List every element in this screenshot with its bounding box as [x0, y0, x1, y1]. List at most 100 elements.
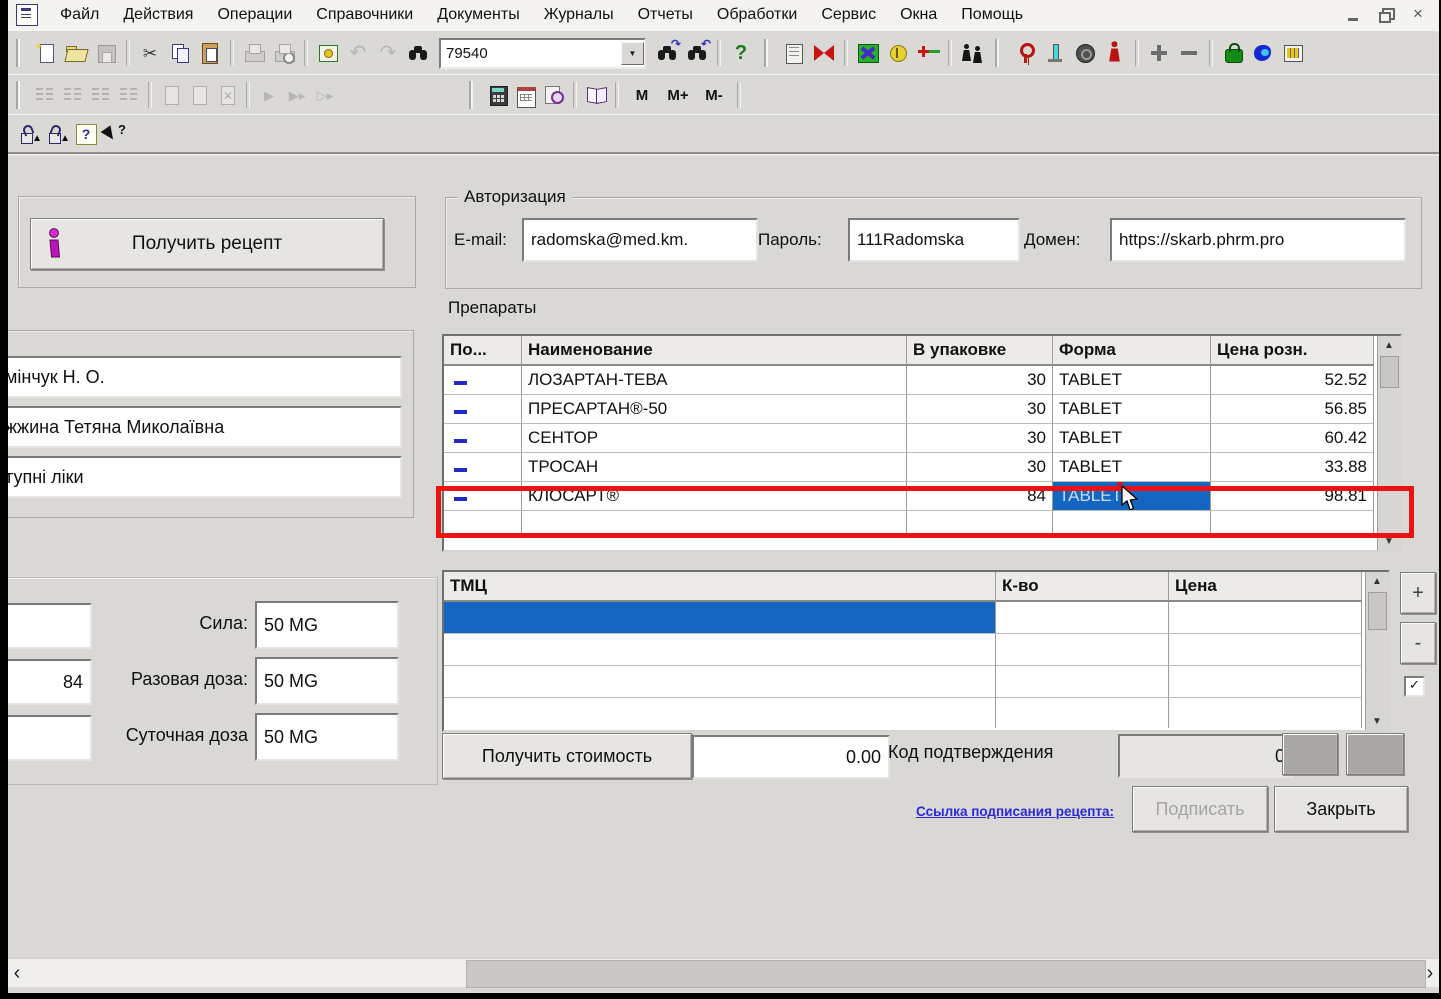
search-combobox[interactable]: 79540 ▼ [439, 37, 646, 69]
context-help-button[interactable]: ? [100, 121, 128, 147]
drug-row[interactable]: ЛОЗАРТАН-ТЕВА 30 TABLET 52.52 [444, 366, 1400, 395]
horizontal-scroll-thumb[interactable] [466, 960, 1426, 988]
drugs-col-pack[interactable]: В упаковке [907, 336, 1053, 366]
row-status-cell[interactable] [444, 453, 522, 482]
dose-extra-field-1[interactable] [8, 603, 92, 649]
menu-help[interactable]: Помощь [949, 3, 1035, 27]
copy-button[interactable] [165, 38, 195, 68]
quantity-field[interactable]: 84 [8, 659, 92, 705]
open-button[interactable] [61, 38, 91, 68]
get-cost-button[interactable]: Получить стоимость [442, 733, 692, 779]
drug-price-cell[interactable]: 60.42 [1211, 424, 1374, 453]
tmc-qty-cell[interactable] [996, 602, 1169, 634]
toolbar-grip[interactable] [997, 39, 1003, 67]
run-button-2[interactable]: ▶▸ [283, 82, 311, 108]
minimize-button[interactable] [1345, 7, 1363, 23]
drug-row[interactable]: ПРЕСАРТАН®-50 30 TABLET 56.85 [444, 395, 1400, 424]
tmc-col-qty[interactable]: К-во [996, 572, 1169, 602]
scroll-up-arrow[interactable]: ▲ [1366, 572, 1388, 590]
menu-processing[interactable]: Обработки [705, 3, 809, 27]
print-preview-button[interactable] [269, 38, 299, 68]
menu-windows[interactable]: Окна [888, 3, 949, 27]
domain-field[interactable]: https://skarb.phrm.pro [1110, 218, 1406, 262]
drugs-col-form[interactable]: Форма [1053, 336, 1211, 366]
toolbar-grip[interactable] [18, 39, 24, 67]
dose-extra-field-2[interactable] [8, 715, 92, 761]
red-bowtie-button[interactable] [809, 38, 839, 68]
toolbar-grip[interactable] [471, 81, 477, 109]
menu-documents[interactable]: Документы [425, 3, 531, 27]
blank-gray-button-2[interactable] [1346, 733, 1404, 775]
get-recipe-button[interactable]: Получить рецепт [30, 218, 384, 270]
run-button-1[interactable]: ▶ [255, 82, 283, 108]
green-lock-button[interactable] [1218, 38, 1248, 68]
tmc-row-selected[interactable] [444, 602, 1388, 634]
combobox-dropdown-button[interactable]: ▼ [621, 41, 644, 65]
drug-name-cell[interactable]: СЕНТОР [522, 424, 907, 453]
undo-button[interactable]: ↶ [343, 38, 373, 68]
drug-price-cell[interactable]: 98.81 [1211, 482, 1374, 511]
drug-row[interactable]: СЕНТОР 30 TABLET 60.42 [444, 424, 1400, 453]
drug-pack-cell[interactable]: 30 [907, 395, 1053, 424]
horizontal-scrollbar[interactable]: ‹ › [8, 958, 1439, 988]
stand-button[interactable] [1040, 38, 1070, 68]
scroll-left-arrow[interactable]: ‹ [8, 959, 26, 987]
drugs-col-status[interactable]: По... [444, 336, 522, 366]
toolbar-grip[interactable] [766, 39, 772, 67]
password-field[interactable]: 111Radomska [848, 218, 1020, 262]
lock-down-button[interactable]: ▲ [44, 121, 72, 147]
drug-form-cell[interactable]: TABLET [1053, 424, 1211, 453]
sign-recipe-link[interactable]: Ссылка подписания рецепта: [916, 804, 1114, 819]
plus-minus-button[interactable] [913, 38, 943, 68]
scroll-right-arrow[interactable]: › [1421, 959, 1439, 987]
tmc-price-cell[interactable] [1169, 602, 1362, 634]
drug-name-cell[interactable]: ЛОЗАРТАН-ТЕВА [522, 366, 907, 395]
drug-row-empty[interactable] [444, 511, 1400, 535]
close-button[interactable]: × [1409, 5, 1427, 23]
reorder-button-2[interactable] [59, 82, 87, 108]
reorder-button-3[interactable] [87, 82, 115, 108]
drug-pack-cell[interactable]: 30 [907, 453, 1053, 482]
grid-window-button[interactable] [1278, 38, 1308, 68]
single-dose-field[interactable]: 50 MG [255, 657, 399, 705]
memory-button[interactable]: M [624, 87, 660, 104]
menu-service[interactable]: Сервис [809, 3, 888, 27]
drugs-vertical-scrollbar[interactable]: ▲ ▼ [1377, 336, 1400, 550]
confirmation-code-field[interactable]: 0 [1118, 734, 1294, 778]
tmc-remove-button[interactable]: - [1400, 622, 1436, 664]
print-button[interactable] [239, 38, 269, 68]
drug-form-cell[interactable]: TABLET [1053, 453, 1211, 482]
cut-button[interactable]: ✂ [135, 38, 165, 68]
tmc-row[interactable] [444, 666, 1388, 698]
doctor-field[interactable]: мінчук Н. О. [8, 356, 402, 398]
scroll-down-arrow[interactable]: ▼ [1378, 532, 1400, 550]
paste-button[interactable] [195, 38, 225, 68]
dark-circle-button[interactable] [1070, 38, 1100, 68]
sign-button[interactable]: Подписать [1132, 786, 1268, 832]
row-status-cell[interactable] [444, 395, 522, 424]
run-button-3[interactable]: ▷▸ [311, 82, 339, 108]
drug-form-cell-selected[interactable]: TABLET [1053, 482, 1211, 511]
drug-name-cell[interactable]: ПРЕСАРТАН®-50 [522, 395, 907, 424]
find-next-button[interactable]: ↷ [652, 37, 682, 68]
drug-pack-cell[interactable]: 30 [907, 424, 1053, 453]
tmc-checkbox[interactable]: ✓ [1404, 676, 1425, 697]
email-field[interactable]: radomska@med.km. [522, 218, 758, 262]
cost-field[interactable]: 0.00 [692, 735, 890, 779]
tmc-add-button[interactable]: + [1400, 572, 1436, 614]
help-button[interactable]: ? [726, 38, 756, 68]
calendar-button[interactable] [512, 82, 540, 108]
magnifier-doc-button[interactable] [540, 82, 568, 108]
drugs-col-name[interactable]: Наименование [522, 336, 907, 366]
doc-action-button-1[interactable] [157, 82, 185, 108]
drug-form-cell[interactable]: TABLET [1053, 366, 1211, 395]
tmc-vertical-scrollbar[interactable]: ▲ ▼ [1365, 572, 1388, 730]
patient-field[interactable]: жжина Тетяна Миколаївна [8, 406, 402, 448]
tmc-col-price[interactable]: Цена [1169, 572, 1362, 602]
drug-pack-cell[interactable]: 30 [907, 366, 1053, 395]
row-status-cell[interactable] [444, 424, 522, 453]
drug-price-cell[interactable]: 33.88 [1211, 453, 1374, 482]
book-button[interactable] [582, 82, 610, 108]
people-button[interactable] [957, 38, 987, 68]
close-form-button[interactable]: Закрыть [1274, 786, 1408, 832]
